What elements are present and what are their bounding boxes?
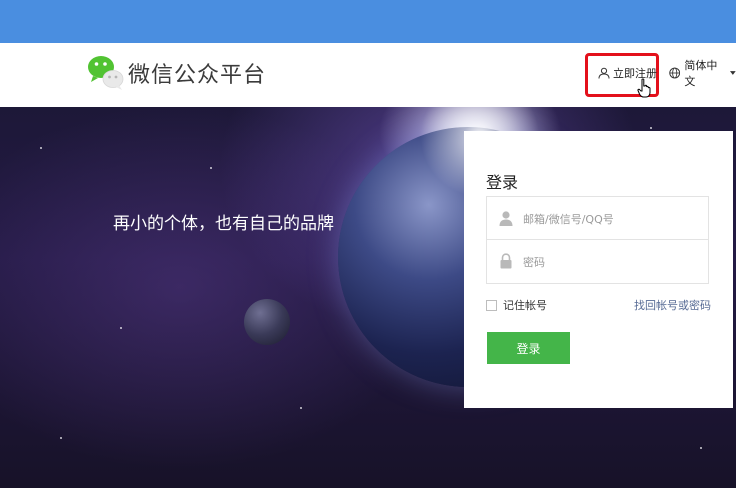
star (650, 127, 652, 129)
account-input[interactable] (523, 209, 703, 229)
star (300, 407, 302, 409)
star (40, 147, 42, 149)
checkbox-box[interactable] (486, 299, 497, 311)
lock-icon (500, 253, 512, 269)
remember-label: 记住帐号 (503, 299, 547, 312)
wechat-logo-icon (88, 56, 124, 90)
star (60, 437, 62, 439)
login-title: 登录 (486, 173, 519, 192)
banner-slogan: 再小的个体，也有自己的品牌 (113, 214, 334, 234)
login-button[interactable]: 登录 (487, 332, 570, 364)
caret-down-icon (730, 71, 736, 75)
language-selector[interactable]: 简体中文 (669, 59, 736, 88)
language-label: 简体中文 (684, 59, 718, 88)
star (120, 327, 122, 329)
password-field (486, 240, 709, 284)
account-field (486, 196, 709, 240)
forgot-account-link[interactable]: 找回帐号或密码 (634, 297, 711, 313)
site-title: 微信公众平台 (128, 63, 267, 88)
login-panel: 登录 记住帐号 找回帐号或密码 登录 (464, 131, 733, 408)
hand-cursor-icon (637, 78, 651, 98)
user-icon (499, 211, 513, 226)
top-bar (0, 0, 736, 43)
star (210, 167, 212, 169)
remember-account-checkbox[interactable]: 记住帐号 (486, 297, 547, 313)
globe-icon (669, 67, 681, 79)
star (700, 447, 702, 449)
password-input[interactable] (523, 252, 703, 272)
user-icon (598, 67, 610, 79)
moon-graphic (244, 299, 290, 345)
